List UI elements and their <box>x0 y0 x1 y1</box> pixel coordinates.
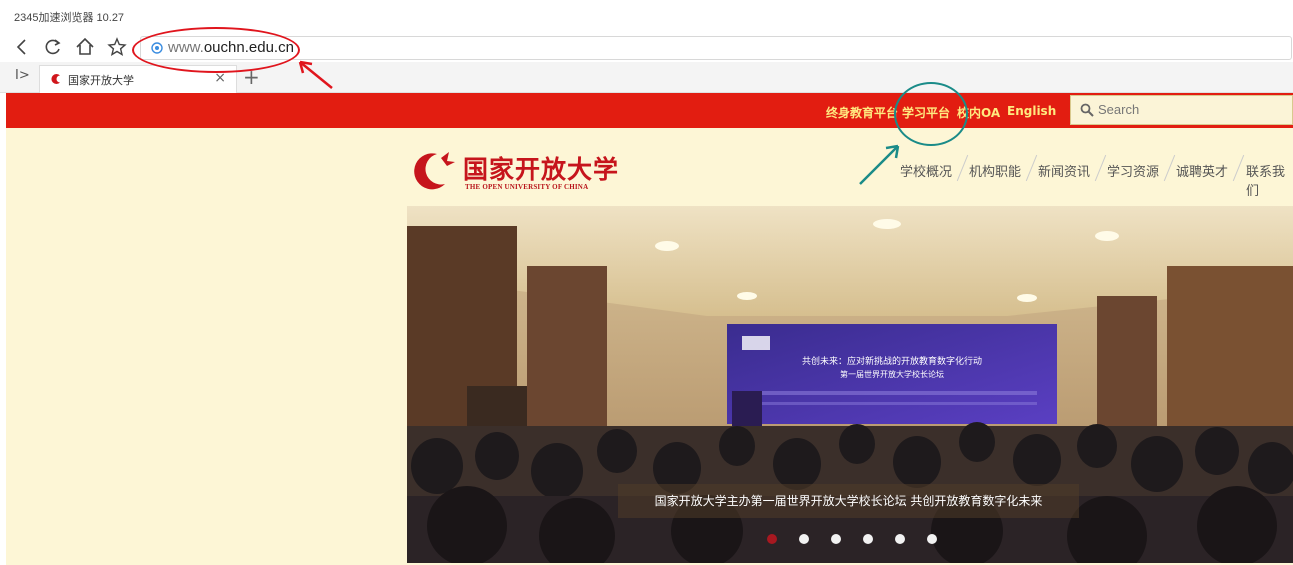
carousel-dot-5[interactable] <box>895 534 905 544</box>
carousel-dot-4[interactable] <box>863 534 873 544</box>
star-icon[interactable] <box>106 36 128 58</box>
hero-carousel[interactable]: 共创未来：应对新挑战的开放教育数字化行动 第一届世界开放大学校长论坛 国家开放大… <box>407 206 1293 563</box>
address-bar[interactable]: www.ouchn.edu.cn <box>140 36 1292 60</box>
search-placeholder: Search <box>1098 102 1140 117</box>
stage-title: 共创未来：应对新挑战的开放教育数字化行动 <box>802 355 982 367</box>
topnav-lifelong-education[interactable]: 终身教育平台 <box>826 104 898 121</box>
nav-divider <box>956 154 969 182</box>
search-icon <box>1080 103 1094 117</box>
carousel-dot-3[interactable] <box>831 534 841 544</box>
stage-subtitle: 第一届世界开放大学校长论坛 <box>840 369 944 379</box>
mainnav-contact[interactable]: 联系我们 <box>1246 161 1293 199</box>
home-icon[interactable] <box>74 36 96 58</box>
search-input[interactable]: Search <box>1070 95 1293 125</box>
nav-divider <box>1163 154 1176 182</box>
hero-caption[interactable]: 国家开放大学主办第一届世界开放大学校长论坛 共创开放教育数字化未来 <box>618 484 1079 518</box>
sidebar-toggle-button[interactable]: I> <box>15 68 30 83</box>
mainnav-about[interactable]: 学校概况 <box>900 161 952 180</box>
carousel-dot-1[interactable] <box>767 534 777 544</box>
ouchn-favicon-icon <box>51 74 60 84</box>
mainnav-departments[interactable]: 机构职能 <box>969 161 1021 180</box>
nav-divider <box>1025 154 1038 182</box>
red-arrow-icon <box>298 60 333 89</box>
carousel-dot-2[interactable] <box>799 534 809 544</box>
url-highlight-ellipse <box>132 27 300 73</box>
site-header: 国家开放大学 THE OPEN UNIVERSITY OF CHINA 学校概况… <box>6 128 1293 565</box>
mainnav-resources[interactable]: 学习资源 <box>1107 161 1159 180</box>
mainnav-careers[interactable]: 诚聘英才 <box>1176 161 1228 180</box>
university-name-cn[interactable]: 国家开放大学 <box>463 150 619 186</box>
university-name-en: THE OPEN UNIVERSITY OF CHINA <box>465 183 589 191</box>
teal-arrow-icon <box>859 144 900 185</box>
browser-title: 2345加速浏览器 10.27 <box>14 12 125 24</box>
mainnav-news[interactable]: 新闻资讯 <box>1038 161 1090 180</box>
nav-divider <box>1232 154 1245 182</box>
back-icon[interactable] <box>12 36 34 58</box>
reload-icon[interactable] <box>42 36 64 58</box>
university-logo-icon[interactable] <box>407 150 457 190</box>
topnav-english[interactable]: English <box>1007 104 1056 118</box>
nav-divider <box>1094 154 1107 182</box>
site-top-bar: 终身教育平台 学习平台 校内OA English Search <box>6 93 1293 128</box>
tab-label: 国家开放大学 <box>68 74 134 87</box>
learning-platform-highlight-circle <box>894 82 968 146</box>
carousel-dot-6[interactable] <box>927 534 937 544</box>
